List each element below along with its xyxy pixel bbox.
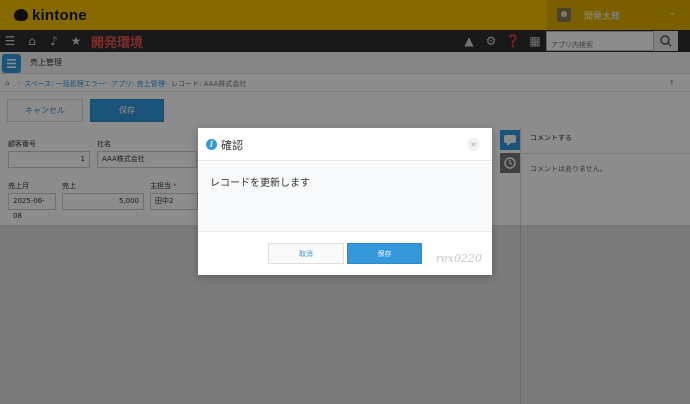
dialog-header: i 確認 × bbox=[198, 128, 492, 161]
dialog-title: 確認 bbox=[221, 139, 243, 152]
dialog-save-button[interactable]: 保存 bbox=[347, 243, 422, 264]
dialog-cancel-button[interactable]: 取消 bbox=[268, 243, 344, 264]
info-icon: i bbox=[206, 139, 217, 150]
close-icon[interactable]: × bbox=[467, 138, 480, 151]
dialog-body bbox=[198, 162, 492, 231]
dialog-message: レコードを更新します bbox=[210, 178, 310, 189]
watermark-text: rex0220 bbox=[436, 252, 482, 265]
